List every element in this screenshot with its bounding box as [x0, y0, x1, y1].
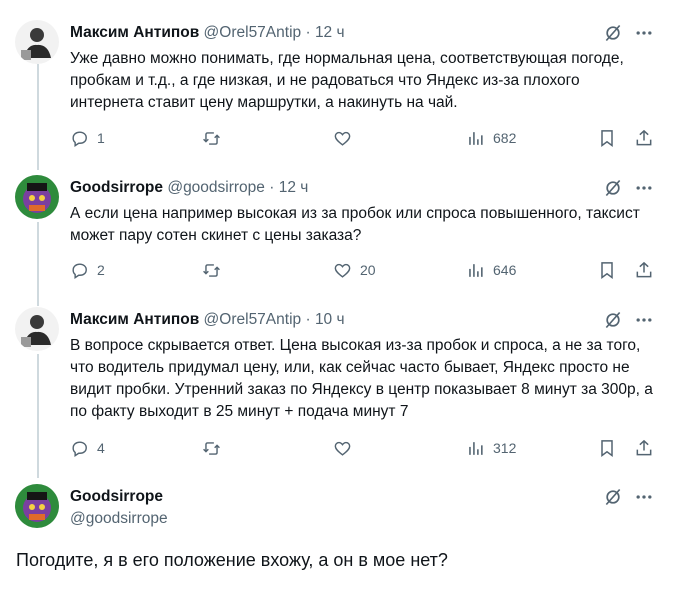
- grok-icon[interactable]: [602, 177, 624, 199]
- like-button[interactable]: 20: [333, 259, 376, 281]
- thread-line: [37, 222, 39, 306]
- like-button[interactable]: [333, 127, 352, 149]
- retweet-icon: [203, 441, 220, 455]
- separator-dot: ·: [305, 311, 311, 328]
- views-bar-chart-icon: [469, 441, 483, 455]
- thread-line: [37, 354, 39, 478]
- share-upload-icon[interactable]: [633, 127, 655, 149]
- retweet-button[interactable]: [202, 437, 221, 459]
- reply-bubble-icon: [72, 130, 87, 147]
- avatar[interactable]: [15, 307, 59, 351]
- avatar[interactable]: [15, 175, 59, 219]
- display-name[interactable]: Goodsirrope: [70, 488, 163, 506]
- grok-icon[interactable]: [602, 486, 624, 508]
- share-upload-icon[interactable]: [633, 259, 655, 281]
- more-dots-icon[interactable]: [633, 177, 655, 199]
- views-bar-chart-icon: [469, 131, 483, 145]
- grok-icon[interactable]: [602, 22, 624, 44]
- more-dots-icon[interactable]: [633, 22, 655, 44]
- views-button[interactable]: 682: [466, 127, 516, 149]
- views-bar-chart-icon: [469, 263, 483, 277]
- heart-icon: [334, 263, 351, 278]
- more-dots-icon[interactable]: [633, 486, 655, 508]
- timestamp[interactable]: 12 ч: [279, 179, 309, 196]
- reply-button[interactable]: 2: [70, 259, 105, 281]
- tweet-header: Максим Антипов @Orel57Antip · 12 ч: [70, 24, 345, 42]
- tweet-text: Погодите, я в его положение вхожу, а он …: [16, 550, 448, 570]
- bookmark-icon[interactable]: [596, 259, 618, 281]
- display-name[interactable]: Goodsirrope: [70, 179, 163, 196]
- views-count: 682: [493, 130, 517, 146]
- reply-button[interactable]: 1: [70, 127, 105, 149]
- avatar[interactable]: [15, 20, 59, 64]
- reply-count: 2: [97, 262, 105, 278]
- bookmark-icon[interactable]: [596, 437, 618, 459]
- bookmark-icon[interactable]: [596, 127, 618, 149]
- reply-bubble-icon: [72, 440, 87, 457]
- display-name[interactable]: Максим Антипов: [70, 24, 199, 41]
- avatar[interactable]: [15, 484, 59, 528]
- user-handle[interactable]: @goodsirrope: [167, 179, 265, 196]
- retweet-icon: [203, 131, 220, 145]
- display-name[interactable]: Максим Антипов: [70, 311, 199, 328]
- separator-dot: ·: [269, 179, 275, 196]
- reply-count: 1: [97, 130, 105, 146]
- retweet-icon: [203, 263, 220, 277]
- views-button[interactable]: 646: [466, 259, 516, 281]
- tweet-text: Уже давно можно понимать, где нормальная…: [70, 50, 624, 111]
- heart-icon: [334, 441, 351, 456]
- tweet-text: В вопросе скрывается ответ. Цена высокая…: [70, 337, 653, 420]
- timestamp[interactable]: 10 ч: [315, 311, 345, 328]
- views-count: 646: [493, 262, 517, 278]
- timestamp[interactable]: 12 ч: [315, 24, 345, 41]
- share-upload-icon[interactable]: [633, 437, 655, 459]
- reply-count: 4: [97, 440, 105, 456]
- thread-line: [37, 64, 39, 170]
- views-button[interactable]: 312: [466, 437, 516, 459]
- grok-icon[interactable]: [602, 309, 624, 331]
- like-count: 20: [360, 262, 376, 278]
- heart-icon: [334, 131, 351, 146]
- tweet-header: Максим Антипов @Orel57Antip · 10 ч: [70, 311, 345, 329]
- more-dots-icon[interactable]: [633, 309, 655, 331]
- retweet-button[interactable]: [202, 127, 221, 149]
- reply-bubble-icon: [72, 262, 87, 279]
- like-button[interactable]: [333, 437, 352, 459]
- reply-button[interactable]: 4: [70, 437, 105, 459]
- user-handle[interactable]: @goodsirrope: [70, 510, 168, 528]
- retweet-button[interactable]: [202, 259, 221, 281]
- views-count: 312: [493, 440, 517, 456]
- user-handle[interactable]: @Orel57Antip: [204, 24, 302, 41]
- separator-dot: ·: [305, 24, 311, 41]
- user-handle[interactable]: @Orel57Antip: [204, 311, 302, 328]
- tweet-text: А если цена например высокая из за пробо…: [70, 205, 640, 244]
- tweet-header: Goodsirrope @goodsirrope · 12 ч: [70, 179, 308, 197]
